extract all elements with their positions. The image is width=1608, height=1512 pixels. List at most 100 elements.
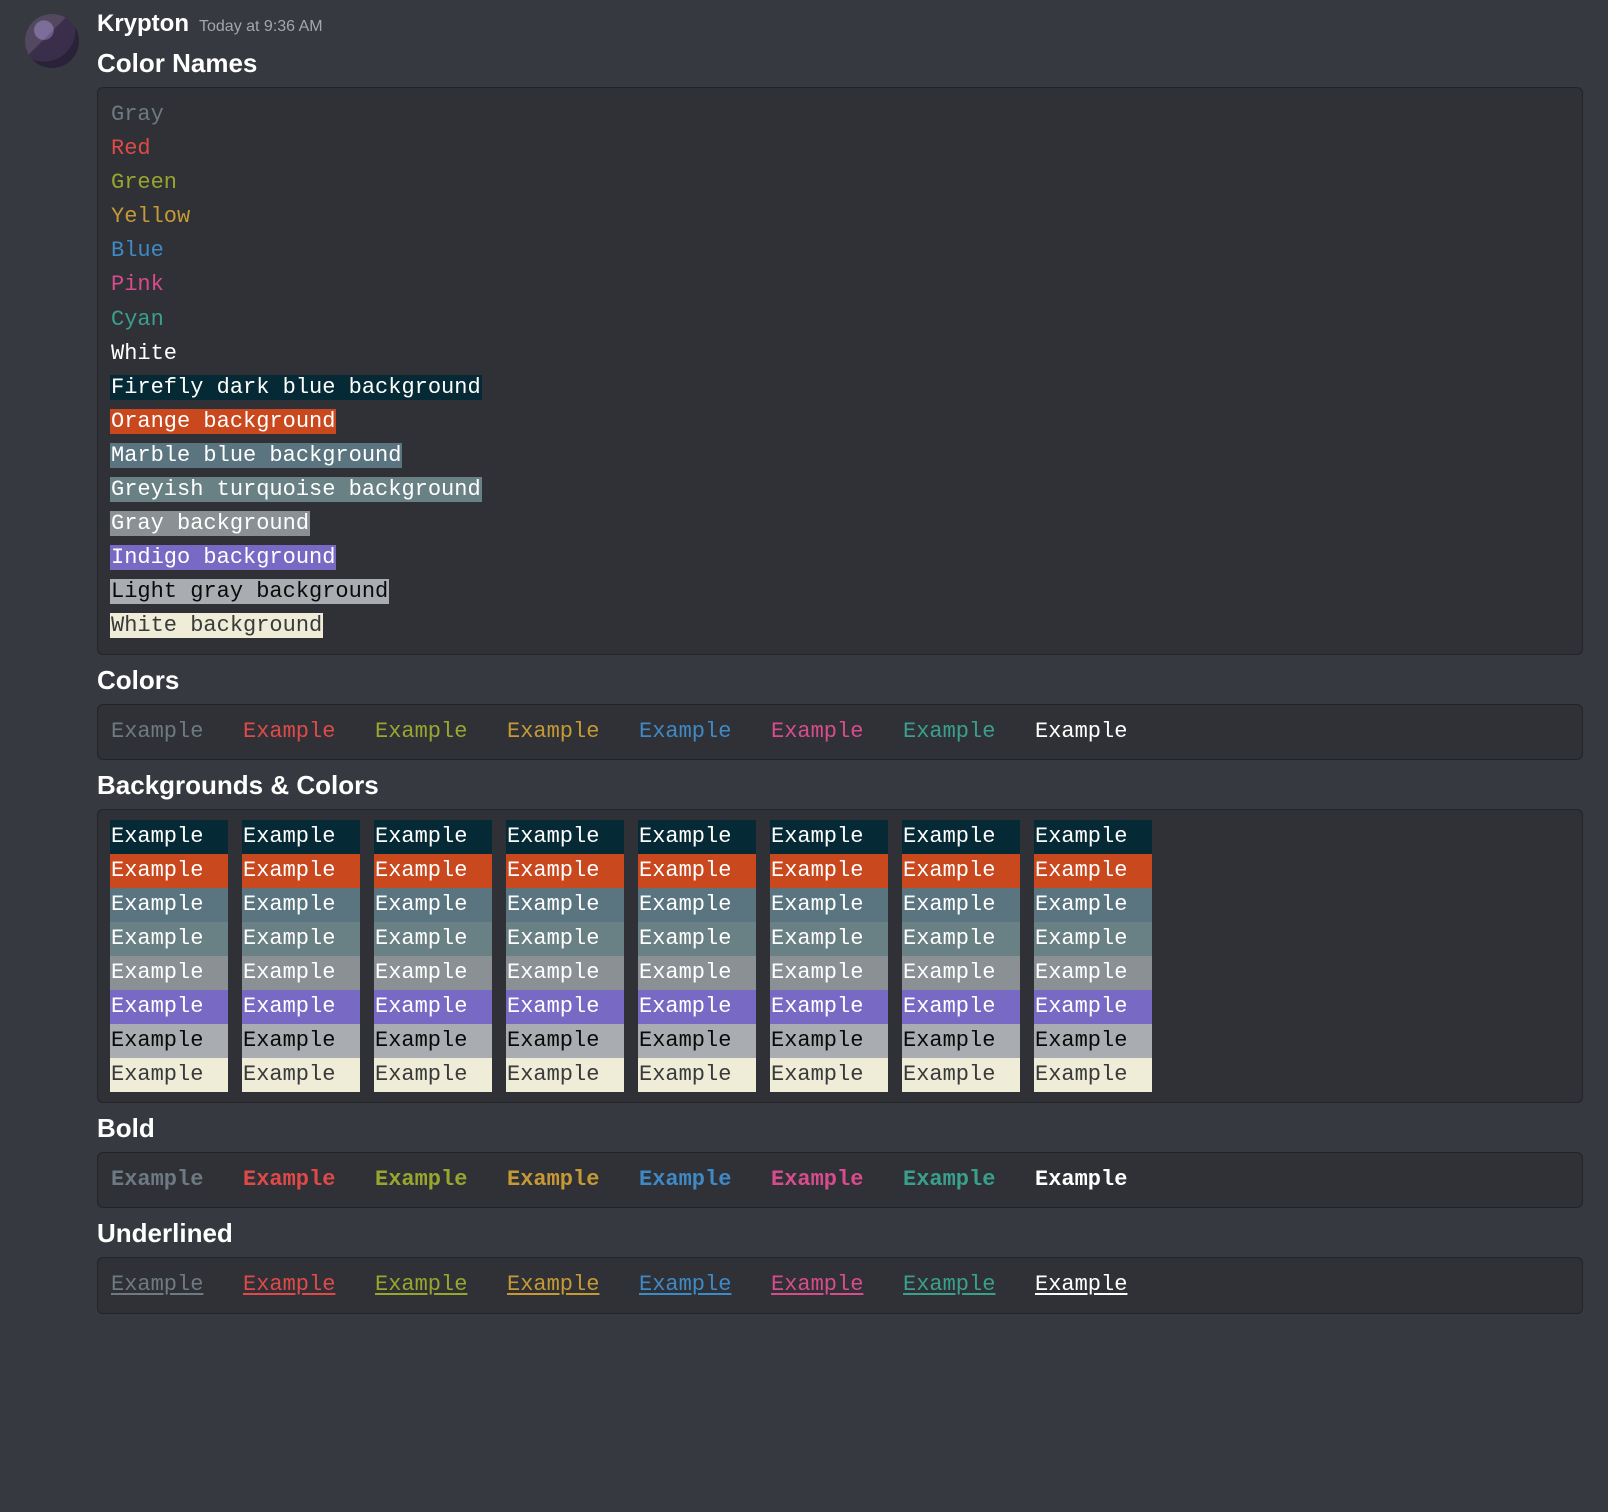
color-name-bg: Greyish turquoise background xyxy=(110,477,482,502)
heading-colors: Colors xyxy=(97,665,1583,696)
example-token: Example xyxy=(506,715,624,749)
example-token: Example xyxy=(374,956,492,990)
example-token: Example xyxy=(1034,1268,1152,1302)
example-token: Example xyxy=(506,956,624,990)
example-token: Example xyxy=(242,990,360,1024)
example-token: Example xyxy=(242,820,360,854)
example-token: Example xyxy=(902,1024,1020,1058)
example-token: Example xyxy=(242,956,360,990)
example-token: Example xyxy=(110,1163,228,1197)
example-token: Example xyxy=(242,888,360,922)
avatar[interactable] xyxy=(25,14,79,68)
example-token: Example xyxy=(1034,888,1152,922)
codeblock-bold[interactable]: Example Example Example Example Example Examp… xyxy=(97,1152,1583,1208)
color-name-fg: Red xyxy=(110,136,152,161)
example-token: Example xyxy=(902,715,1020,749)
example-token: Example xyxy=(110,1058,228,1092)
example-token: Example xyxy=(1034,820,1152,854)
example-token: Example xyxy=(1034,1024,1152,1058)
example-token: Example xyxy=(770,956,888,990)
example-token: Example xyxy=(1034,854,1152,888)
heading-bg-colors: Backgrounds & Colors xyxy=(97,770,1583,801)
codeblock-underlined[interactable]: Example Example Example Example Example Examp… xyxy=(97,1257,1583,1313)
example-token: Example xyxy=(110,956,228,990)
color-name-fg: Pink xyxy=(110,272,165,297)
example-token: Example xyxy=(638,956,756,990)
heading-bold: Bold xyxy=(97,1113,1583,1144)
example-token: Example xyxy=(770,990,888,1024)
example-token: Example xyxy=(110,888,228,922)
example-token: Example xyxy=(506,1268,624,1302)
example-token: Example xyxy=(506,1058,624,1092)
example-token: Example xyxy=(902,888,1020,922)
example-token: Example xyxy=(638,922,756,956)
color-name-bg: Gray background xyxy=(110,511,310,536)
example-token: Example xyxy=(638,820,756,854)
example-token: Example xyxy=(374,922,492,956)
example-token: Example xyxy=(1034,1058,1152,1092)
heading-underlined: Underlined xyxy=(97,1218,1583,1249)
example-token: Example xyxy=(110,990,228,1024)
author-name[interactable]: Krypton xyxy=(97,10,189,38)
example-token: Example xyxy=(770,1058,888,1092)
example-token: Example xyxy=(1034,922,1152,956)
example-token: Example xyxy=(374,888,492,922)
example-token: Example xyxy=(242,922,360,956)
example-token: Example xyxy=(110,854,228,888)
color-name-bg: Orange background xyxy=(110,409,336,434)
example-token: Example xyxy=(1034,956,1152,990)
example-token: Example xyxy=(110,1024,228,1058)
example-token: Example xyxy=(638,888,756,922)
example-token: Example xyxy=(374,854,492,888)
color-name-fg: White xyxy=(110,341,178,366)
example-token: Example xyxy=(638,1024,756,1058)
color-name-bg: White background xyxy=(110,613,323,638)
example-token: Example xyxy=(770,922,888,956)
example-token: Example xyxy=(638,1268,756,1302)
example-token: Example xyxy=(374,1163,492,1197)
codeblock-colors[interactable]: Example Example Example Example Example Examp… xyxy=(97,704,1583,760)
message-timestamp: Today at 9:36 AM xyxy=(199,18,323,36)
example-token: Example xyxy=(374,1024,492,1058)
color-name-fg: Yellow xyxy=(110,204,191,229)
example-token: Example xyxy=(902,1163,1020,1197)
example-token: Example xyxy=(638,854,756,888)
codeblock-color-names[interactable]: Gray Red Green Yellow Blue Pink Cyan White Firef… xyxy=(97,87,1583,655)
example-token: Example xyxy=(1034,1163,1152,1197)
example-token: Example xyxy=(638,1058,756,1092)
message-content: Krypton Today at 9:36 AM Color Names Gra… xyxy=(97,10,1583,1320)
example-token: Example xyxy=(902,1268,1020,1302)
example-token: Example xyxy=(506,1163,624,1197)
example-token: Example xyxy=(770,715,888,749)
example-token: Example xyxy=(110,1268,228,1302)
example-token: Example xyxy=(770,1163,888,1197)
example-token: Example xyxy=(374,990,492,1024)
color-name-fg: Cyan xyxy=(110,307,165,332)
color-name-fg: Gray xyxy=(110,102,165,127)
codeblock-bg-colors[interactable]: ExampleExampleExampleExampleExampleExamp… xyxy=(97,809,1583,1104)
message-header: Krypton Today at 9:36 AM xyxy=(97,10,1583,38)
example-token: Example xyxy=(110,715,228,749)
example-token: Example xyxy=(1034,990,1152,1024)
example-token: Example xyxy=(902,1058,1020,1092)
example-token: Example xyxy=(506,854,624,888)
example-token: Example xyxy=(506,922,624,956)
example-token: Example xyxy=(1034,715,1152,749)
example-token: Example xyxy=(374,820,492,854)
color-name-bg: Firefly dark blue background xyxy=(110,375,482,400)
example-token: Example xyxy=(374,715,492,749)
example-token: Example xyxy=(506,820,624,854)
example-token: Example xyxy=(242,1268,360,1302)
color-name-bg: Light gray background xyxy=(110,579,389,604)
color-name-fg: Blue xyxy=(110,238,165,263)
example-token: Example xyxy=(902,820,1020,854)
example-token: Example xyxy=(770,1268,888,1302)
example-token: Example xyxy=(902,922,1020,956)
example-token: Example xyxy=(770,1024,888,1058)
example-token: Example xyxy=(770,854,888,888)
example-token: Example xyxy=(902,990,1020,1024)
example-token: Example xyxy=(242,715,360,749)
example-token: Example xyxy=(374,1268,492,1302)
color-name-fg: Green xyxy=(110,170,178,195)
example-token: Example xyxy=(638,1163,756,1197)
